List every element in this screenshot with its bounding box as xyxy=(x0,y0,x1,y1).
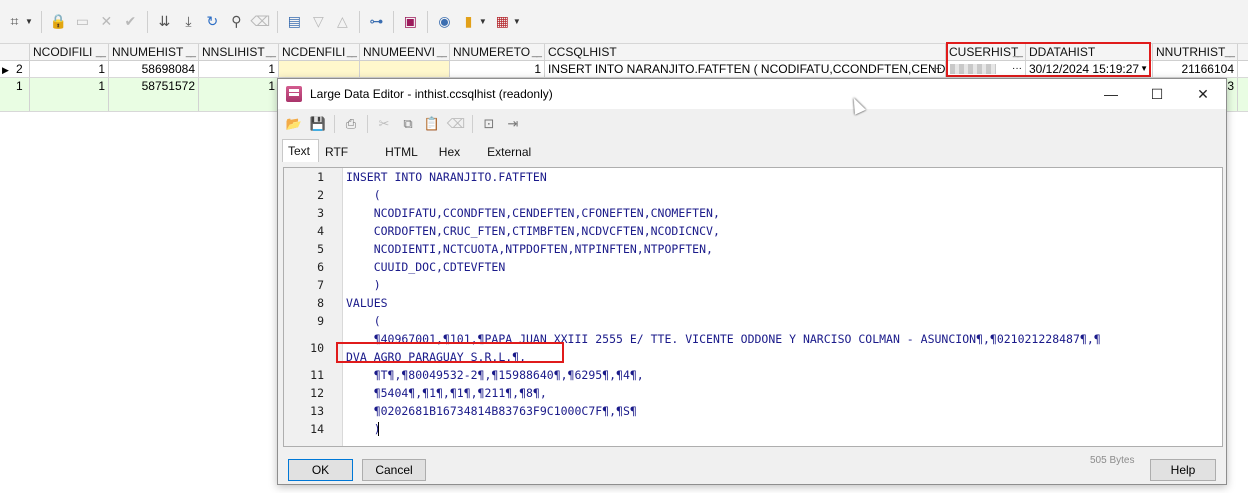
editor-tabs: Text RTF HTML Hex External xyxy=(282,139,540,163)
cell-ccsqlhist[interactable]: INSERT INTO NARANJITO.FATFTEN ( NCODIFAT… xyxy=(545,61,946,77)
tab-html[interactable]: HTML xyxy=(379,141,433,162)
post-check-icon[interactable]: ✔ xyxy=(120,11,141,33)
toolbar-separator xyxy=(146,10,148,33)
sort-desc-icon[interactable]: ⇊ xyxy=(154,11,175,33)
toolbar-separator xyxy=(367,115,368,133)
cell-nnslihist[interactable]: 1 xyxy=(199,61,279,77)
code-line: 2 ( xyxy=(317,188,381,202)
chart-dropdown-icon[interactable]: ▼ xyxy=(479,17,487,26)
dialog-titlebar[interactable]: Large Data Editor - inthist.ccsqlhist (r… xyxy=(278,79,1226,109)
cell-ncodifili[interactable]: 1 xyxy=(30,61,109,77)
grid-options-icon[interactable]: ⌗ xyxy=(4,11,25,33)
toolbar-separator xyxy=(40,10,42,33)
code-line: 7 ) xyxy=(317,278,381,292)
erase-icon[interactable]: ⌫ xyxy=(446,114,466,134)
toolbar-separator xyxy=(334,115,335,133)
ok-button[interactable]: OK xyxy=(288,459,353,481)
refresh-icon[interactable]: ↻ xyxy=(202,11,223,33)
column-header[interactable]: NNUMEENVI __ xyxy=(360,44,450,60)
ellipsis-icon[interactable]: ··· xyxy=(932,61,942,76)
code-line: 5 NCODIENTI,NCTCUOTA,NTPDOFTEN,NTPINFTEN… xyxy=(317,242,713,256)
cell-nnumehist[interactable]: 58698084 xyxy=(109,61,199,77)
column-header[interactable]: CCSQLHIST xyxy=(545,44,946,60)
table-icon[interactable]: ▦ xyxy=(492,11,513,33)
text-editor[interactable]: 1 INSERT INTO NARANJITO.FATFTEN 2 ( 3 NCO… xyxy=(283,167,1223,447)
indent-icon[interactable]: ⇥ xyxy=(503,114,523,134)
cell-nnumehist[interactable]: 58751572 xyxy=(109,78,199,111)
tab-text[interactable]: Text xyxy=(282,139,320,162)
toolbar-separator xyxy=(276,10,278,33)
lock-icon[interactable]: 🔒 xyxy=(48,11,69,33)
toolbar-separator xyxy=(358,10,360,33)
main-toolbar: ⌗ ▼ 🔒 ▭ ✕ ✔ ⇊ ⤓ ↻ ⚲ ⌫ ▤ ▽ △ ⊶ ▣ ◉ ▮ ▼ ▦ … xyxy=(0,0,1248,44)
print-icon[interactable]: ⎙ xyxy=(341,114,361,134)
new-record-icon[interactable]: ▭ xyxy=(72,11,93,33)
code-line: 1 INSERT INTO NARANJITO.FATFTEN xyxy=(317,170,547,184)
editor-toolbar: 📂 💾 ⎙ ✂ ⧉ 📋 ⌫ ⊡ ⇥ xyxy=(284,113,523,135)
help-button[interactable]: Help xyxy=(1150,459,1216,481)
code-line: 6 CUUID_DOC,CDTEVFTEN xyxy=(317,260,506,274)
clear-icon[interactable]: ⌫ xyxy=(250,11,271,33)
column-header[interactable]: NNUMERETO __ xyxy=(450,44,545,60)
row-selector[interactable]: ▶ 2 xyxy=(0,61,30,77)
code-line: 12 ¶5404¶,¶1¶,¶1¶,¶211¶,¶8¶, xyxy=(310,386,547,400)
minimize-icon[interactable]: — xyxy=(1088,79,1134,109)
text-caret xyxy=(378,422,379,436)
filter-down-icon[interactable]: ▽ xyxy=(308,11,329,33)
code-line: 13 ¶0202681B16734814B83763F9C1000C7F¶,¶S… xyxy=(310,404,637,418)
code-line: 9 ( xyxy=(317,314,381,328)
column-header[interactable]: NCDENFILI __ xyxy=(279,44,360,60)
layout-icon[interactable]: ▤ xyxy=(284,11,305,33)
grid-options-dropdown-icon[interactable]: ▼ xyxy=(25,17,33,26)
row-selector-header xyxy=(0,44,30,60)
large-data-editor-dialog: Large Data Editor - inthist.ccsqlhist (r… xyxy=(277,78,1227,485)
highlight-box-user-date xyxy=(946,42,1151,77)
column-header[interactable]: NNUTRHIST __ xyxy=(1153,44,1238,60)
column-header[interactable]: NNSLIHIST __ xyxy=(199,44,279,60)
query-icon[interactable]: ◉ xyxy=(434,11,455,33)
column-header[interactable]: NNUMEHIST __ xyxy=(109,44,199,60)
filter-up-icon[interactable]: △ xyxy=(332,11,353,33)
diagram-icon[interactable]: ⊶ xyxy=(366,11,387,33)
save-icon[interactable]: ▣ xyxy=(400,11,421,33)
code-line: 4 CORDOFTEN,CRUC_FTEN,CTIMBFTEN,NCDVCFTE… xyxy=(317,224,720,238)
find-icon[interactable]: ⚲ xyxy=(226,11,247,33)
toolbar-separator xyxy=(426,10,428,33)
word-wrap-icon[interactable]: ⊡ xyxy=(479,114,499,134)
table-dropdown-icon[interactable]: ▼ xyxy=(513,17,521,26)
code-line: 11 ¶T¶,¶80049532-2¶,¶15988640¶,¶6295¶,¶4… xyxy=(310,368,644,382)
paste-icon[interactable]: 📋 xyxy=(422,114,442,134)
toolbar-separator xyxy=(472,115,473,133)
column-header[interactable]: NCODIFILI __ xyxy=(30,44,109,60)
code-line: 14 ) xyxy=(310,422,381,436)
chart-icon[interactable]: ▮ xyxy=(458,11,479,33)
maximize-icon[interactable]: ☐ xyxy=(1134,79,1180,109)
cancel-button[interactable]: Cancel xyxy=(362,459,426,481)
dialog-title: Large Data Editor - inthist.ccsqlhist (r… xyxy=(310,87,553,101)
cut-icon[interactable]: ✂ xyxy=(374,114,394,134)
close-icon[interactable]: ✕ xyxy=(1180,79,1226,109)
tab-rtf[interactable]: RTF xyxy=(319,141,379,162)
tab-external[interactable]: External xyxy=(481,141,540,162)
size-label: 505 Bytes xyxy=(1090,455,1135,466)
cancel-edit-icon[interactable]: ✕ xyxy=(96,11,117,33)
cell-ncodifili[interactable]: 1 xyxy=(30,78,109,111)
code-line: 3 NCODIFATU,CCONDFTEN,CENDEFTEN,CFONEFTE… xyxy=(317,206,720,220)
cell-nnumereto[interactable]: 1 xyxy=(450,61,545,77)
code-line: 8 VALUES xyxy=(317,296,388,310)
cell-nnslihist[interactable]: 1 xyxy=(199,78,279,111)
toolbar-separator xyxy=(392,10,394,33)
save-file-icon[interactable]: 💾 xyxy=(308,114,328,134)
row-selector[interactable]: 1 xyxy=(0,78,30,111)
tab-hex[interactable]: Hex xyxy=(433,141,481,162)
open-file-icon[interactable]: 📂 xyxy=(284,114,304,134)
database-icon xyxy=(286,86,302,102)
cell-ncdenfili[interactable] xyxy=(279,61,360,77)
cell-nnumeenvi[interactable] xyxy=(360,61,450,77)
copy-icon[interactable]: ⧉ xyxy=(398,114,418,134)
sort-desc-all-icon[interactable]: ⤓ xyxy=(178,11,199,33)
highlight-box-company xyxy=(336,342,564,363)
cell-nnutrhist[interactable]: 21166104 xyxy=(1153,61,1238,77)
